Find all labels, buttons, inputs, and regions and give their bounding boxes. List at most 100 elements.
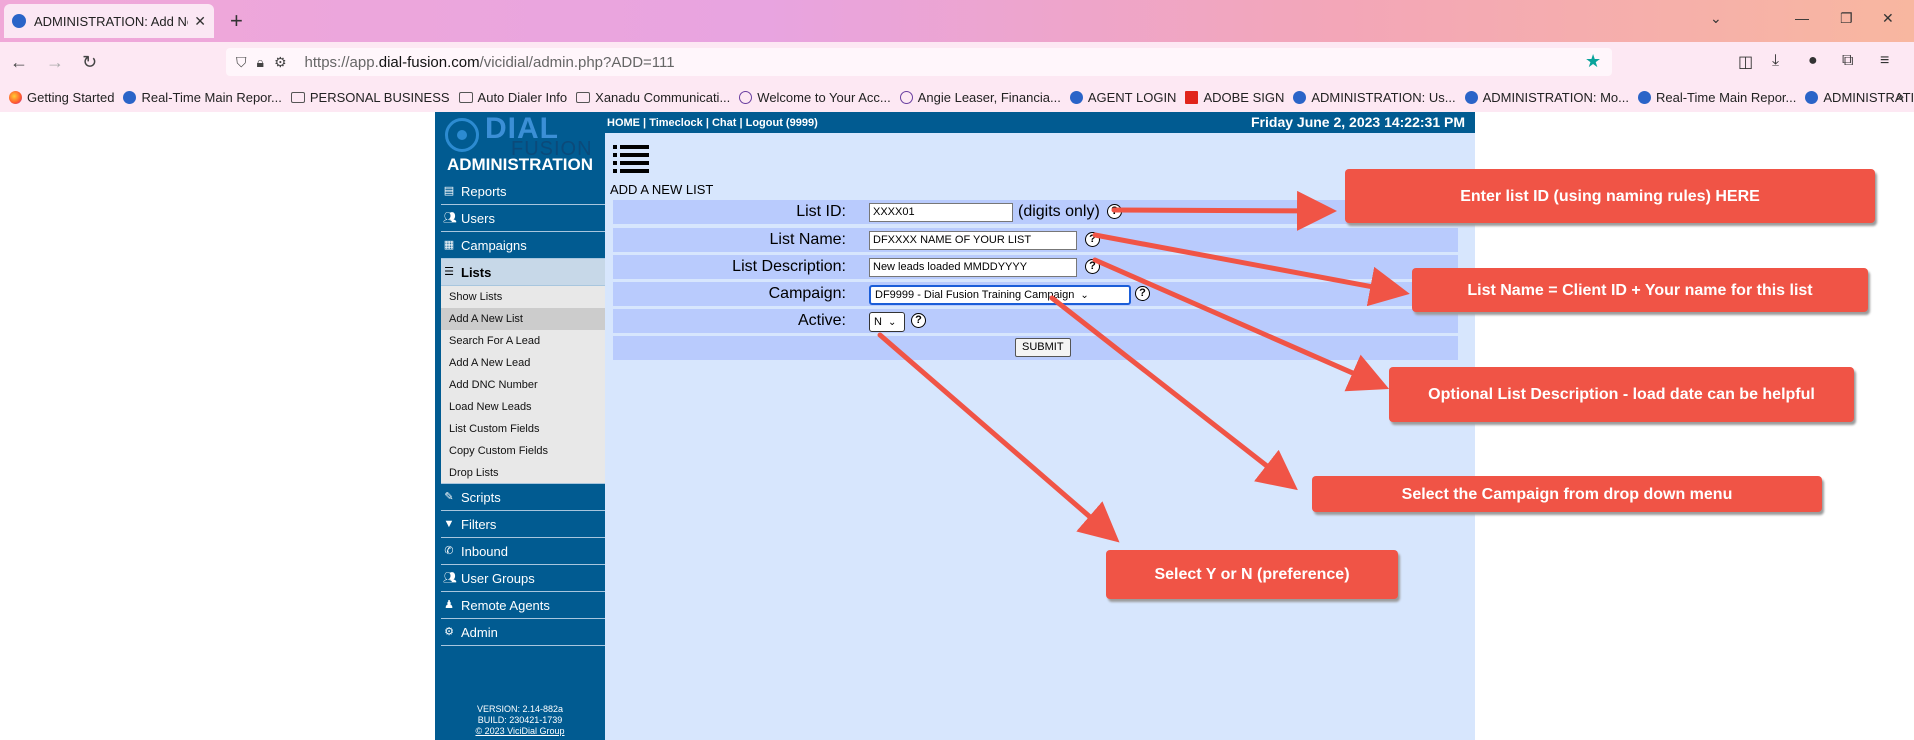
submenu-search-lead[interactable]: Search For A Lead (441, 330, 605, 352)
active-select[interactable]: N ⌄ (869, 312, 905, 332)
submenu-load-new-leads[interactable]: Load New Leads (441, 396, 605, 418)
back-icon[interactable]: ← (10, 52, 28, 73)
close-tab-icon[interactable]: ✕ (194, 13, 206, 30)
bookmark-item[interactable]: ADMINISTRATION: Mo... (1464, 90, 1629, 105)
campaign-label: Campaign: (768, 285, 846, 302)
sidebar-item-lists[interactable]: ☰ Lists (441, 259, 605, 286)
site-icon (1637, 90, 1651, 104)
site-icon (1805, 90, 1819, 104)
browser-tab[interactable]: ADMINISTRATION: Add New Li ✕ (4, 4, 214, 38)
bookmark-item[interactable]: Welcome to Your Acc... (739, 90, 891, 105)
globe-icon (739, 90, 753, 104)
bookmarks-bar: Getting Started Real-Time Main Repor... … (0, 82, 1914, 112)
submenu-drop-lists[interactable]: Drop Lists (441, 462, 605, 484)
callout-campaign: Select the Campaign from drop down menu (1312, 476, 1822, 512)
submenu-show-lists[interactable]: Show Lists (441, 286, 605, 308)
bookmark-star-icon[interactable]: ★ (1585, 51, 1601, 72)
submit-row: SUBMIT (613, 336, 1458, 360)
submenu-add-new-list[interactable]: Add A New List (441, 308, 605, 330)
version-text: VERSION: 2.14-882a (476, 704, 564, 714)
shield-icon[interactable]: ⛉ (236, 54, 247, 71)
bookmark-item[interactable]: Real-Time Main Repor... (123, 90, 282, 105)
reload-icon[interactable]: ↻ (82, 52, 97, 73)
submit-button[interactable]: SUBMIT (1015, 338, 1071, 357)
list-id-input[interactable]: XXXX01 (869, 203, 1013, 222)
lock-icon[interactable]: 🔒︎ (257, 54, 264, 71)
account-icon[interactable]: ● (1808, 52, 1818, 70)
callout-list-name: List Name = Client ID + Your name for th… (1412, 268, 1868, 312)
chevron-down-icon: ⌄ (1080, 289, 1089, 301)
site-icon (1069, 90, 1083, 104)
restore-icon[interactable]: ❐ (1840, 10, 1853, 27)
sidebar-item-admin[interactable]: ⚙ Admin (441, 619, 605, 646)
list-description-label: List Description: (732, 258, 846, 275)
bookmark-item[interactable]: Angie Leaser, Financia... (899, 90, 1061, 105)
version-info: VERSION: 2.14-882a BUILD: 230421-1739 © … (435, 704, 605, 737)
help-icon[interactable]: ? (1085, 232, 1100, 247)
sidebar-item-campaigns[interactable]: ▦ Campaigns (441, 232, 605, 259)
callout-description: Optional List Description - load date ca… (1389, 367, 1854, 422)
url-text: https://app.dial-fusion.com/vicidial/adm… (304, 53, 675, 71)
sidebar-menu: ▤ Reports 👥︎ Users ▦ Campaigns ☰ Lists Show … (441, 178, 605, 646)
top-nav-links[interactable]: HOME | Timeclock | Chat | Logout (9999) (607, 117, 818, 129)
sidebar-item-reports[interactable]: ▤ Reports (441, 178, 605, 205)
folder-icon (290, 91, 305, 103)
top-nav-bar: HOME | Timeclock | Chat | Logout (9999) … (605, 112, 1475, 133)
tab-title: ADMINISTRATION: Add New Li (34, 13, 188, 29)
list-description-input[interactable]: New leads loaded MMDDYYYY (869, 258, 1077, 277)
bookmark-item[interactable]: ADOBE SIGN (1185, 90, 1284, 105)
pocket-icon[interactable]: ◫ (1738, 52, 1753, 72)
help-icon[interactable]: ? (911, 313, 926, 328)
forward-icon[interactable]: → (46, 52, 64, 73)
sidebar-item-inbound[interactable]: ✆ Inbound (441, 538, 605, 565)
extensions-icon[interactable]: ⧉ (1842, 52, 1853, 70)
submenu-list-custom-fields[interactable]: List Custom Fields (441, 418, 605, 440)
list-description-row: List Description: New leads loaded MMDDY… (613, 255, 1458, 279)
sidebar-title: ADMINISTRATION (446, 155, 594, 174)
dial-fusion-logo[interactable]: DIAL FUSION (443, 112, 601, 160)
callout-active: Select Y or N (preference) (1106, 550, 1398, 599)
sidebar-item-scripts[interactable]: ✎ Scripts (441, 484, 605, 511)
folder-icon (576, 91, 591, 103)
campaign-selected-value: DF9999 - Dial Fusion Training Campaign (875, 289, 1075, 301)
bookmark-item[interactable]: Getting Started (9, 90, 114, 105)
window-close-icon[interactable]: ✕ (1882, 10, 1894, 27)
help-icon[interactable]: ? (1135, 286, 1150, 301)
bookmark-item[interactable]: AGENT LOGIN (1069, 90, 1176, 105)
help-icon[interactable]: ? (1107, 204, 1122, 219)
sidebar-item-users[interactable]: 👥︎ Users (441, 205, 605, 232)
new-tab-icon[interactable]: + (230, 8, 243, 34)
bookmarks-overflow-icon[interactable]: » (1896, 88, 1904, 104)
submenu-copy-custom-fields[interactable]: Copy Custom Fields (441, 440, 605, 462)
bookmark-item[interactable]: ADMINISTRATION: Us... (1293, 90, 1456, 105)
url-bar[interactable]: ⛉ 🔒︎ ⚙ https://app.dial-fusion.com/vicid… (226, 48, 1612, 76)
submenu-add-dnc-number[interactable]: Add DNC Number (441, 374, 605, 396)
bookmark-item[interactable]: Real-Time Main Repor... (1637, 90, 1796, 105)
minimize-icon[interactable]: — (1795, 10, 1809, 26)
sidebar-item-remote-agents[interactable]: ♟ Remote Agents (441, 592, 605, 619)
sidebar-item-filters[interactable]: ▼ Filters (441, 511, 605, 538)
list-name-row: List Name: DFXXXX NAME OF YOUR LIST ? (613, 228, 1458, 252)
site-icon (1293, 90, 1307, 104)
tab-list-chevron-icon[interactable]: ⌄ (1710, 10, 1722, 27)
admin-sidebar: DIAL FUSION ADMINISTRATION ▤ Reports 👥︎ Us… (435, 112, 605, 740)
sidebar-item-user-groups[interactable]: 👥︎ User Groups (441, 565, 605, 592)
downloads-icon[interactable]: ⤓ (1772, 52, 1779, 70)
list-name-input[interactable]: DFXXXX NAME OF YOUR LIST (869, 231, 1077, 250)
submenu-add-new-lead[interactable]: Add A New Lead (441, 352, 605, 374)
copyright-link[interactable]: © 2023 ViciDial Group (435, 726, 605, 737)
help-icon[interactable]: ? (1085, 259, 1100, 274)
bookmark-folder[interactable]: Auto Dialer Info (458, 90, 567, 105)
firefox-icon (9, 90, 22, 104)
site-icon (1464, 90, 1478, 104)
list-name-label: List Name: (769, 231, 846, 248)
list-icon (613, 142, 649, 176)
adobe-icon (1185, 90, 1199, 104)
campaign-row: Campaign: DF9999 - Dial Fusion Training … (613, 282, 1458, 306)
lists-icon: ☰ (444, 265, 454, 278)
bookmark-folder[interactable]: Xanadu Communicati... (576, 90, 730, 105)
campaign-select[interactable]: DF9999 - Dial Fusion Training Campaign ⌄ (869, 285, 1131, 305)
menu-icon[interactable]: ≡ (1880, 52, 1889, 70)
bookmark-folder[interactable]: PERSONAL BUSINESS (290, 90, 450, 105)
permissions-icon[interactable]: ⚙ (274, 54, 287, 71)
